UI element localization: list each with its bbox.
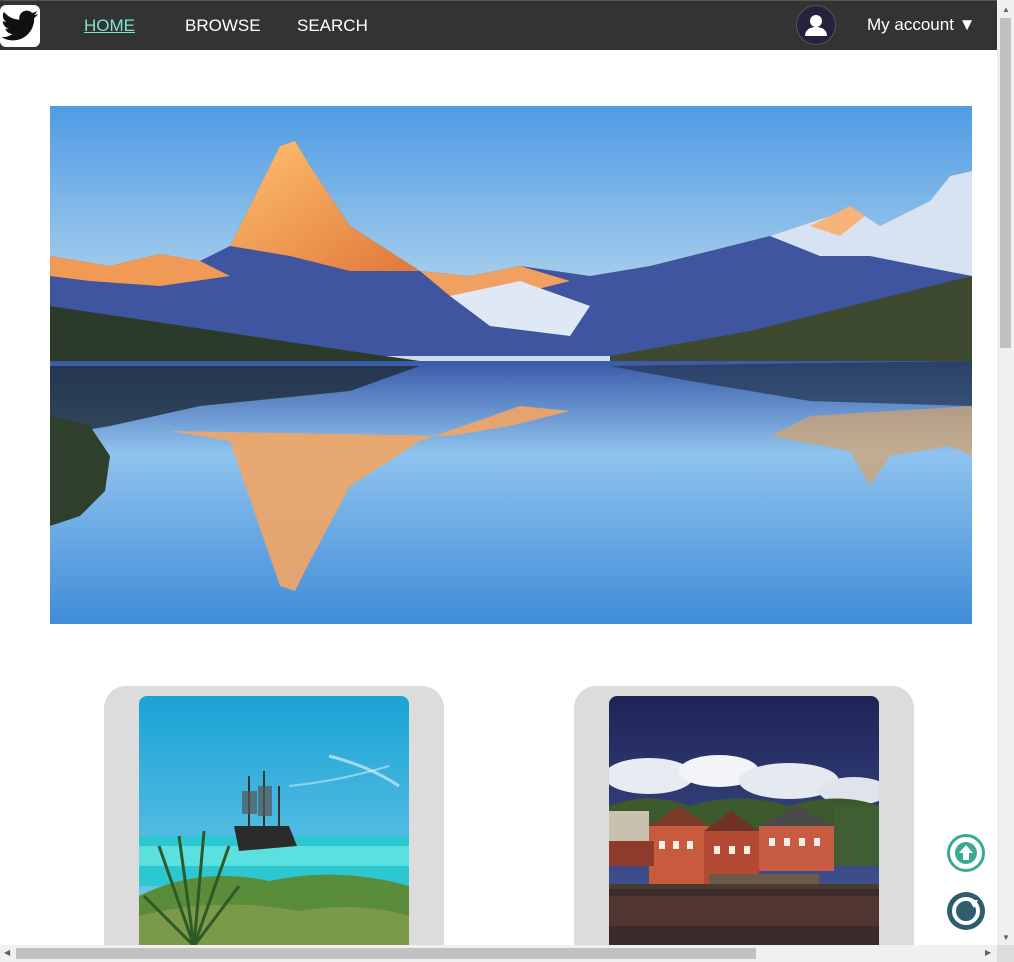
scrollbar-corner (997, 945, 1014, 962)
harbor-town-image[interactable] (609, 696, 879, 956)
scroll-right-arrow-icon[interactable]: ▶ (985, 949, 991, 957)
nav-search-link[interactable]: SEARCH (297, 16, 368, 36)
pirate-ship-image[interactable] (139, 696, 409, 956)
hero-image (50, 106, 972, 624)
twitter-bird-icon[interactable] (0, 5, 40, 47)
vertical-scroll-thumb[interactable] (1000, 18, 1011, 348)
scroll-to-top-button[interactable] (947, 834, 985, 872)
refresh-button[interactable] (947, 892, 985, 930)
scroll-left-arrow-icon[interactable]: ◀ (4, 949, 10, 957)
refresh-icon (952, 897, 980, 925)
horizontal-scroll-thumb[interactable] (16, 948, 756, 959)
user-avatar-icon[interactable] (796, 5, 836, 45)
nav-home-link[interactable]: HOME (84, 16, 135, 36)
gallery-card[interactable] (574, 686, 914, 962)
top-navbar: HOME BROWSE SEARCH My account ▼ (0, 0, 997, 50)
gallery-card[interactable] (104, 686, 444, 962)
nav-browse-link[interactable]: BROWSE (185, 16, 261, 36)
arrow-up-circle-icon (955, 842, 977, 864)
scroll-up-arrow-icon[interactable]: ▲ (1002, 6, 1010, 14)
scroll-down-arrow-icon[interactable]: ▼ (1002, 934, 1010, 942)
my-account-dropdown[interactable]: My account ▼ (867, 15, 975, 35)
